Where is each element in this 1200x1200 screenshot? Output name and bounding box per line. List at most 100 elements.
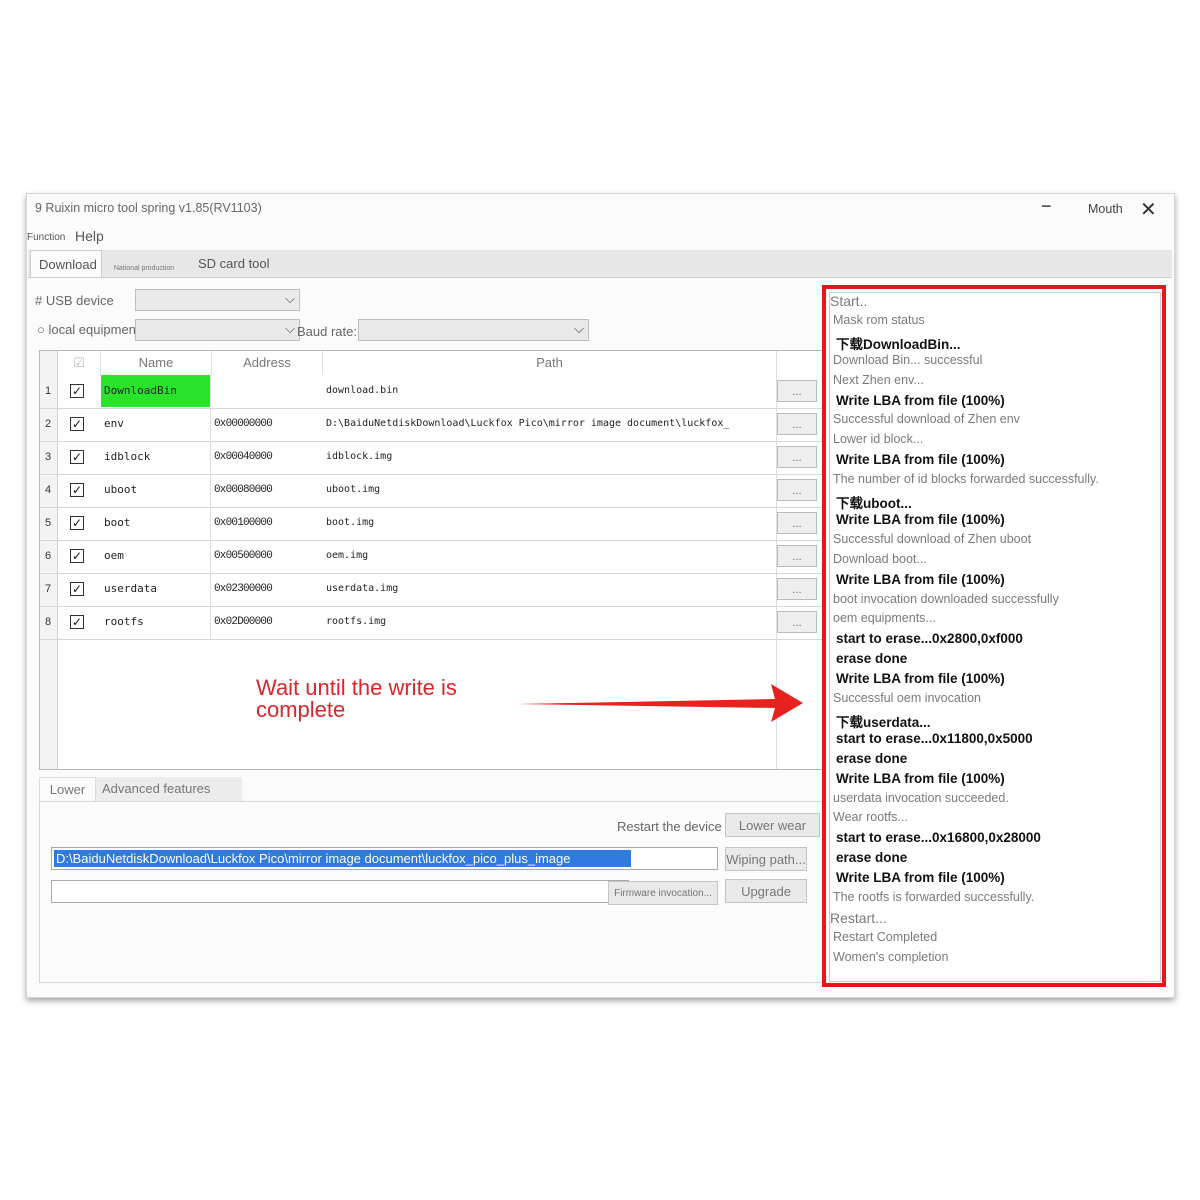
log-line: 下载DownloadBin... bbox=[836, 336, 961, 352]
chevron-down-icon: ⌵ bbox=[574, 321, 584, 336]
tab-download[interactable]: Download bbox=[30, 250, 102, 277]
local-equipment-label: ○ local equipment bbox=[37, 322, 140, 337]
baud-rate-select[interactable]: ⌵ bbox=[358, 319, 589, 341]
row-path: download.bin bbox=[326, 385, 399, 396]
row-number: 8 bbox=[44, 616, 52, 628]
row-name: uboot bbox=[101, 474, 211, 506]
log-line: 下载userdata... bbox=[836, 714, 931, 730]
log-line: Write LBA from file (100%) bbox=[836, 452, 1005, 468]
firmware-invocation-button[interactable]: Firmware invocation... bbox=[608, 881, 718, 905]
log-line: Women's completion bbox=[833, 949, 949, 964]
log-output[interactable]: Start.. Mask rom status 下载DownloadBin... Do… bbox=[829, 292, 1161, 982]
arrow-icon bbox=[517, 684, 803, 722]
log-line: start to erase...0x2800,0xf000 bbox=[836, 631, 1023, 647]
log-line: Write LBA from file (100%) bbox=[836, 770, 1005, 786]
restart-device-label: Restart the device bbox=[617, 819, 722, 834]
table-row[interactable]: 1 ✓ DownloadBin download.bin ... bbox=[40, 375, 822, 409]
row-number: 3 bbox=[44, 451, 52, 463]
chevron-down-icon: ⌵ bbox=[285, 291, 295, 306]
close-button[interactable]: ✕ bbox=[1140, 197, 1157, 222]
row-checkbox[interactable]: ✓ bbox=[70, 450, 84, 464]
row-path: uboot.img bbox=[326, 484, 381, 495]
header-check[interactable]: ☑ bbox=[58, 351, 101, 375]
firmware-path-input[interactable]: D:\BaiduNetdiskDownload\Luckfox Pico\mir… bbox=[51, 847, 718, 870]
browse-button[interactable]: ... bbox=[777, 545, 817, 567]
menu-help[interactable]: Help bbox=[75, 228, 104, 244]
table-row[interactable]: 8 ✓ rootfs 0x02D00000 rootfs.img ... bbox=[40, 606, 822, 640]
browse-button[interactable]: ... bbox=[777, 479, 817, 501]
log-line: Successful oem invocation bbox=[833, 691, 981, 705]
lower-wear-button[interactable]: Lower wear bbox=[725, 813, 820, 837]
row-checkbox[interactable]: ✓ bbox=[70, 582, 84, 596]
browse-button[interactable]: ... bbox=[777, 380, 817, 402]
log-line: Write LBA from file (100%) bbox=[836, 870, 1005, 886]
row-number: 7 bbox=[44, 583, 52, 595]
log-line: Restart Completed bbox=[833, 929, 938, 944]
usb-device-select[interactable]: ⌵ bbox=[135, 289, 300, 311]
log-line: erase done bbox=[836, 651, 908, 667]
row-path: boot.img bbox=[326, 517, 375, 528]
table-row[interactable]: 7 ✓ userdata 0x02300000 userdata.img ... bbox=[40, 573, 822, 607]
browse-button[interactable]: ... bbox=[777, 446, 817, 468]
log-line: boot invocation downloaded successfully bbox=[833, 591, 1059, 606]
firmware-input[interactable] bbox=[51, 880, 629, 903]
wiping-path-button[interactable]: Wiping path... bbox=[725, 847, 807, 871]
usb-device-label: # USB device bbox=[35, 293, 114, 308]
row-name: rootfs bbox=[101, 606, 211, 638]
browse-button[interactable]: ... bbox=[777, 578, 817, 600]
local-equipment-select[interactable]: ⌵ bbox=[135, 319, 300, 341]
maximize-button[interactable]: Mouth bbox=[1088, 202, 1123, 216]
row-name: oem bbox=[101, 540, 211, 572]
browse-button[interactable]: ... bbox=[777, 512, 817, 534]
header-name: Name bbox=[101, 351, 212, 375]
window-title: 9 Ruixin micro tool spring v1.85(RV1103) bbox=[35, 201, 262, 215]
log-line: Write LBA from file (100%) bbox=[836, 511, 1005, 527]
minimize-button[interactable]: − bbox=[1041, 196, 1052, 217]
log-line: start to erase...0x16800,0x28000 bbox=[836, 830, 1041, 846]
browse-button[interactable]: ... bbox=[777, 413, 817, 435]
log-line: 下载uboot... bbox=[836, 496, 912, 511]
log-line: erase done bbox=[836, 850, 908, 866]
row-checkbox[interactable]: ✓ bbox=[70, 483, 84, 497]
tab-national-production[interactable]: National production bbox=[102, 250, 186, 292]
chevron-down-icon: ⌵ bbox=[285, 321, 295, 336]
firmware-path-value: D:\BaiduNetdiskDownload\Luckfox Pico\mir… bbox=[54, 850, 631, 867]
tab-sd-card-tool[interactable]: SD card tool bbox=[188, 250, 282, 283]
header-path: Path bbox=[323, 351, 777, 375]
table-row[interactable]: 5 ✓ boot 0x00100000 boot.img ... bbox=[40, 507, 822, 541]
row-address: 0x00080000 bbox=[214, 484, 273, 496]
table-row[interactable]: 3 ✓ idblock 0x00040000 idblock.img ... bbox=[40, 441, 822, 475]
log-line: userdata invocation succeeded. bbox=[833, 790, 1009, 805]
row-checkbox[interactable]: ✓ bbox=[70, 549, 84, 563]
log-line: Write LBA from file (100%) bbox=[836, 571, 1005, 587]
row-checkbox[interactable]: ✓ bbox=[70, 384, 84, 398]
menu-function[interactable]: Function bbox=[27, 232, 65, 243]
tab-advanced-features[interactable]: Advanced features bbox=[96, 777, 242, 801]
row-number: 4 bbox=[44, 484, 52, 496]
tab-lower[interactable]: Lower bbox=[39, 777, 96, 802]
title-bar: 9 Ruixin micro tool spring v1.85(RV1103)… bbox=[27, 194, 1174, 222]
app-window: 9 Ruixin micro tool spring v1.85(RV1103)… bbox=[26, 193, 1175, 998]
log-panel: Start.. Mask rom status 下载DownloadBin... Do… bbox=[822, 285, 1166, 987]
table-row[interactable]: 2 ✓ env 0x00000000 D:\BaiduNetdiskDownlo… bbox=[40, 408, 822, 442]
table-row[interactable]: 4 ✓ uboot 0x00080000 uboot.img ... bbox=[40, 474, 822, 508]
row-checkbox[interactable]: ✓ bbox=[70, 417, 84, 431]
row-name: boot bbox=[101, 507, 211, 539]
row-path: oem.img bbox=[326, 550, 369, 561]
row-number: 6 bbox=[44, 550, 52, 562]
log-line: Next Zhen env... bbox=[833, 372, 924, 387]
log-line: Successful download of Zhen env bbox=[833, 412, 1020, 427]
log-line: erase done bbox=[836, 750, 908, 766]
row-name: DownloadBin bbox=[101, 375, 211, 407]
annotation-line-1: Wait until the write is bbox=[256, 675, 457, 700]
log-line: Write LBA from file (100%) bbox=[836, 392, 1005, 408]
browse-button[interactable]: ... bbox=[777, 611, 817, 633]
row-name: idblock bbox=[101, 441, 211, 473]
table-row[interactable]: 6 ✓ oem 0x00500000 oem.img ... bbox=[40, 540, 822, 574]
row-checkbox[interactable]: ✓ bbox=[70, 516, 84, 530]
row-number: 2 bbox=[44, 418, 52, 430]
row-checkbox[interactable]: ✓ bbox=[70, 615, 84, 629]
row-address: 0x02D00000 bbox=[214, 616, 273, 628]
row-name: userdata bbox=[101, 573, 211, 605]
upgrade-button[interactable]: Upgrade bbox=[725, 879, 807, 903]
